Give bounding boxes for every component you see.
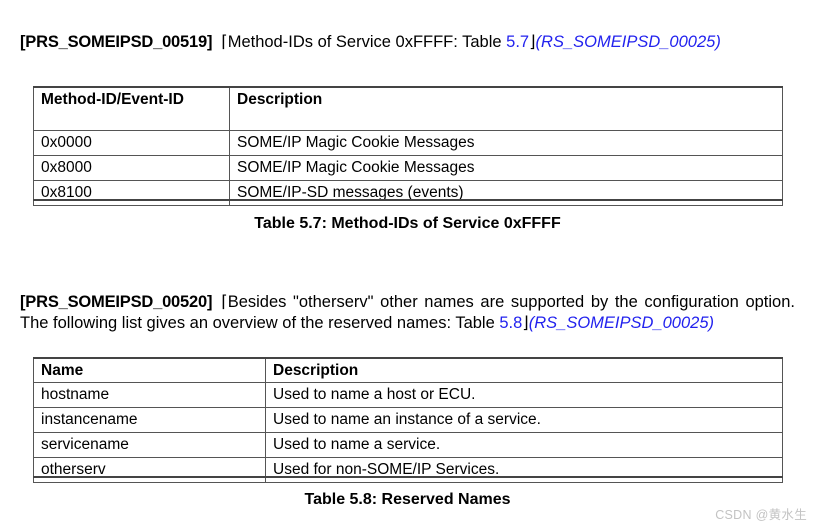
cell-method-id: 0x8100 bbox=[33, 180, 230, 206]
table-5-7-bottom-rule bbox=[33, 199, 783, 201]
cell-name: instancename bbox=[33, 407, 266, 433]
table-row: otherserv Used for non-SOME/IP Services. bbox=[33, 457, 783, 483]
cell-description: Used for non-SOME/IP Services. bbox=[265, 457, 783, 483]
table-row: hostname Used to name a host or ECU. bbox=[33, 382, 783, 408]
csdn-watermark: CSDN @黄水生 bbox=[715, 508, 807, 522]
requirement-id-00520: [PRS_SOMEIPSD_00520] bbox=[20, 292, 213, 311]
document-page: [PRS_SOMEIPSD_00519] ⌈Method-IDs of Servi… bbox=[0, 0, 815, 529]
table-5-8-caption: Table 5.8: Reserved Names bbox=[304, 491, 511, 508]
table-row: 0x8000 SOME/IP Magic Cookie Messages bbox=[33, 155, 783, 181]
requirement-id-00519: [PRS_SOMEIPSD_00519] bbox=[20, 32, 213, 51]
table-row: 0x0000 SOME/IP Magic Cookie Messages bbox=[33, 130, 783, 156]
trace-reference-link-00025[interactable]: RS_SOMEIPSD_00025 bbox=[534, 314, 708, 332]
table-5-8-bottom-rule bbox=[33, 476, 783, 478]
table-row: 0x8100 SOME/IP-SD messages (events) bbox=[33, 180, 783, 206]
table-header-row: Method-ID/Event-ID Description bbox=[33, 86, 783, 131]
cell-name: hostname bbox=[33, 382, 266, 408]
cell-description: SOME/IP Magic Cookie Messages bbox=[229, 130, 783, 156]
cell-description: Used to name a host or ECU. bbox=[265, 382, 783, 408]
column-header-name: Name bbox=[33, 357, 266, 383]
trace-reference-link-00025[interactable]: RS_SOMEIPSD_00025 bbox=[541, 33, 715, 51]
table-5-8: Name Description hostname Used to name a… bbox=[33, 357, 783, 483]
cell-description: Used to name an instance of a service. bbox=[265, 407, 783, 433]
cell-description: Used to name a service. bbox=[265, 432, 783, 458]
table-reference-link-58[interactable]: 5.8 bbox=[499, 314, 522, 332]
cell-description: SOME/IP Magic Cookie Messages bbox=[229, 155, 783, 181]
requirement-paragraph-00519: [PRS_SOMEIPSD_00519] ⌈Method-IDs of Servi… bbox=[20, 32, 795, 53]
cell-name: otherserv bbox=[33, 457, 266, 483]
table-row: servicename Used to name a service. bbox=[33, 432, 783, 458]
table-5-7-caption: Table 5.7: Method-IDs of Service 0xFFFF bbox=[254, 215, 561, 232]
column-header-description: Description bbox=[265, 357, 783, 383]
table-reference-link-57[interactable]: 5.7 bbox=[506, 33, 529, 51]
cell-description: SOME/IP-SD messages (events) bbox=[229, 180, 783, 206]
column-header-description: Description bbox=[229, 86, 783, 131]
table-5-7: Method-ID/Event-ID Description 0x0000 SO… bbox=[33, 86, 783, 206]
table-header-row: Name Description bbox=[33, 357, 783, 383]
cell-name: servicename bbox=[33, 432, 266, 458]
cell-method-id: 0x0000 bbox=[33, 130, 230, 156]
requirement-text-00519: Method-IDs of Service 0xFFFF: Table bbox=[227, 32, 507, 51]
trace-close-paren: ) bbox=[715, 32, 721, 51]
requirement-paragraph-00520: [PRS_SOMEIPSD_00520] ⌈Besides "otherserv"… bbox=[20, 292, 795, 334]
cell-method-id: 0x8000 bbox=[33, 155, 230, 181]
column-header-method-id: Method-ID/Event-ID bbox=[33, 86, 230, 131]
trace-close-paren: ) bbox=[708, 313, 715, 332]
table-row: instancename Used to name an instance of… bbox=[33, 407, 783, 433]
